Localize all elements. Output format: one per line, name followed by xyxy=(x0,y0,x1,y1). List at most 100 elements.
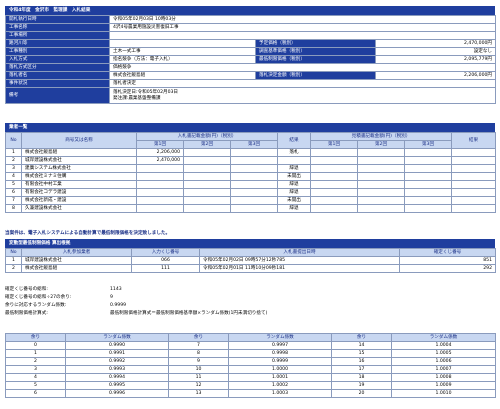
summary-label: 確定くじ番号の総和: xyxy=(5,287,48,292)
remainder-value: 12 xyxy=(168,381,229,390)
random-body: 0 0.9990 7 0.9997 14 1.0004 1 0.9991 8 0.9998 15 1.… xyxy=(5,341,496,398)
bid-round3-amount xyxy=(230,196,278,205)
estimate-round2-amount xyxy=(357,172,405,181)
calc-submit-time: 令和05年02月02日 09時57分12秒785 xyxy=(199,256,400,265)
calc-body: 1 城岸建設株式会社 066 令和05年02月02日 09時57分12秒785 851 2… xyxy=(5,256,496,273)
bidders-title: 業者一覧 xyxy=(5,123,495,132)
method-label: 入札方式 xyxy=(5,55,110,64)
bidders-col-estimate: 見積書記載金額(円)（税別） xyxy=(310,132,452,141)
estimate-round1-amount xyxy=(310,188,358,197)
bid-result: 落札 xyxy=(277,148,311,157)
remainder-value: 4 xyxy=(5,373,66,382)
table-row: 3 0.9993 10 1.0000 17 1.0007 xyxy=(5,365,496,374)
calc-col-no: No xyxy=(5,248,22,257)
calc-col-kuji: 入力くじ番号 xyxy=(131,248,200,257)
remainder-value: 7 xyxy=(168,341,229,350)
auto-calc-notice: 当案件は、電子入札システムによる自動計算で最低制限価格を決定致しました。 xyxy=(5,231,171,236)
survey-price-label: 調査基準価格（税別） xyxy=(255,47,376,56)
calc-kuji: 066 xyxy=(131,256,200,265)
overview-row-name: 工事名称 4沢4号農業用施設災害復旧工事 xyxy=(5,23,497,32)
min-price-value: 2,095,779円 xyxy=(374,55,497,64)
remarks-label: 備考 xyxy=(5,87,110,104)
project-name-label: 工事名称 xyxy=(5,23,110,32)
remarks-value: 落札決定日:令和05年02月03日 発注課:農業基盤整備課 xyxy=(108,87,497,104)
table-row: 1 0.9991 8 0.9998 15 1.0005 xyxy=(5,349,496,358)
summary-value: 9 xyxy=(110,295,113,300)
estimate-result xyxy=(451,204,496,213)
summary-section: 確定くじ番号の総和: 1143 確定くじ番号の総和÷27の余り: 9 余りに対応するラン… xyxy=(5,286,495,318)
bid-round1-amount xyxy=(136,204,184,213)
remainder-value: 8 xyxy=(168,349,229,358)
bid-round2-amount xyxy=(183,180,231,189)
bid-round1-amount: 2,206,000 xyxy=(136,148,184,157)
overview-row-remarks: 備考 落札決定日:令和05年02月03日 発注課:農業基盤整備課 xyxy=(5,87,497,104)
remainder-value: 3 xyxy=(5,365,66,374)
calc-header-row: No 入札参加業者 入力くじ番号 入札書提出日時 確定くじ番号 xyxy=(5,248,496,257)
coefficient-value: 0.9992 xyxy=(65,357,169,366)
estimate-round3-amount xyxy=(404,196,452,205)
summary-item: 最低制限価格計算式: 最低制限価格計算式＝最低制限価格基準額×ランダム係数(1円未… xyxy=(5,310,495,318)
estimate-round1-amount xyxy=(310,196,358,205)
coefficient-value: 0.9993 xyxy=(65,365,169,374)
bidder-name: 久兼建設株式会社 xyxy=(21,204,137,213)
estimate-round1-amount xyxy=(310,204,358,213)
bidder-no: 4 xyxy=(5,172,22,181)
planned-price-label: 予定価格（税別） xyxy=(255,39,376,48)
coefficient-value: 1.0009 xyxy=(391,381,496,390)
random-col-amari-1: 余り xyxy=(5,333,66,342)
bid-round3-amount xyxy=(230,156,278,165)
table-row: 2 株式会社飯島組 111 令和05年02月01日 11時10分09秒181 292 xyxy=(5,264,496,273)
table-row: 1 株式会社飯島組 2,206,000 落札 xyxy=(5,148,496,157)
table-row: 7 株式会社新成・建設 未開出 xyxy=(5,196,496,205)
coefficient-value: 1.0006 xyxy=(391,357,496,366)
calc-table: No 入札参加業者 入力くじ番号 入札書提出日時 確定くじ番号 1 城岸建設株式会… xyxy=(5,248,496,273)
summary-label: 最低制限価格計算式: xyxy=(5,311,48,316)
remainder-value: 9 xyxy=(168,357,229,366)
bidder-no: 5 xyxy=(5,180,22,189)
bid-result: 辞退 xyxy=(277,180,311,189)
winner-method-label: 落札方式区分 xyxy=(5,63,110,72)
table-row: 1 城岸建設株式会社 066 令和05年02月02日 09時57分12秒785 851 xyxy=(5,256,496,265)
remainder-value: 0 xyxy=(5,341,66,350)
summary-item: 確定くじ番号の総和÷27の余り: 9 xyxy=(5,294,495,302)
estimate-round3-amount xyxy=(404,172,452,181)
random-col-coef-1: ランダム係数 xyxy=(65,333,169,342)
estimate-result xyxy=(451,188,496,197)
overview-row-method: 入札方式 指名競争（方法：電子入札） 最低制限価格（税別） 2,095,779円 xyxy=(5,55,497,64)
bidder-name: 株式会社飯島組 xyxy=(21,148,137,157)
overview-row-winner: 落札者名 株式会社飯島組 落札決定金額（税別） 2,206,000円 xyxy=(5,71,497,80)
remainder-value: 20 xyxy=(331,389,392,398)
summary-label: 余りに対応するランダム係数: xyxy=(5,303,67,308)
estimate-round1-amount xyxy=(310,172,358,181)
coefficient-value: 0.9996 xyxy=(65,389,169,398)
coefficient-value: 1.0002 xyxy=(228,381,332,390)
bidders-body: 1 株式会社飯島組 2,206,000 落札 2 城岸建設株式会社 2,470,000 3 建廣… xyxy=(5,148,496,213)
estimate-round2-amount xyxy=(357,188,405,197)
table-row: 2 城岸建設株式会社 2,470,000 xyxy=(5,156,496,165)
bidder-no: 2 xyxy=(5,156,22,165)
table-row: 8 久兼建設株式会社 辞退 xyxy=(5,204,496,213)
coefficient-value: 1.0008 xyxy=(391,373,496,382)
winner-value: 株式会社飯島組 xyxy=(109,71,256,80)
estimate-round2-amount xyxy=(357,204,405,213)
estimate-round2-amount xyxy=(357,148,405,157)
bid-round1-amount xyxy=(136,172,184,181)
overview-section: 令和4年度 金沢市 監理課 入札結果 開札執行日時 令和05年02月03日 10… xyxy=(5,6,497,104)
coefficient-value: 1.0001 xyxy=(228,373,332,382)
page-title: 令和4年度 金沢市 監理課 入札結果 xyxy=(5,6,495,15)
bid-round1-amount xyxy=(136,164,184,173)
bidders-col-result2: 結果 xyxy=(451,132,496,149)
bid-round2-amount xyxy=(183,172,231,181)
bidder-no: 3 xyxy=(5,164,22,173)
table-row: 6 0.9996 13 1.0003 20 1.0010 xyxy=(5,389,496,398)
estimate-result xyxy=(451,164,496,173)
estimate-round-3: 第3回 xyxy=(404,140,452,149)
bid-round2-amount xyxy=(183,196,231,205)
estimate-round2-amount xyxy=(357,196,405,205)
bid-round2-amount xyxy=(183,164,231,173)
coefficient-value: 0.9999 xyxy=(228,357,332,366)
survey-price-value: 設定なし xyxy=(374,47,497,56)
bid-result: 辞退 xyxy=(277,188,311,197)
bid-result: 未開出 xyxy=(277,172,311,181)
overview-row-date: 開札執行日時 令和05年02月03日 10時03分 xyxy=(5,15,497,24)
